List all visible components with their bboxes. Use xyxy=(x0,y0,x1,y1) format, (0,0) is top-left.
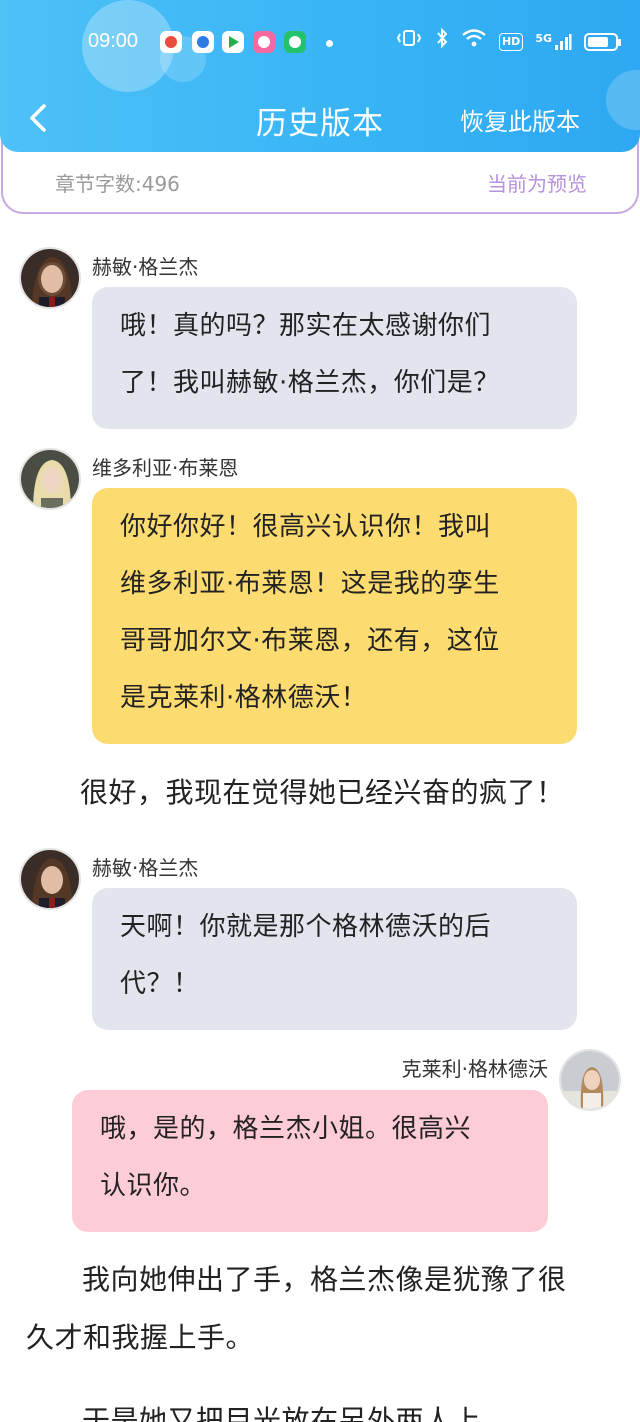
header-bar: 09:00 HD 5G 历史版本 恢复此版本 xyxy=(0,0,640,152)
speaker-name: 赫敏·格兰杰 xyxy=(92,856,199,880)
message-line: 了！我叫赫敏·格兰杰，你们是？ xyxy=(120,368,500,398)
green-app-icon xyxy=(284,31,306,53)
message-line: 维多利亚·布莱恩！这是我的孪生 xyxy=(120,569,500,599)
message-bubble: 你好你好！很高兴认识你！我叫 维多利亚·布莱恩！这是我的孪生 哥哥加尔文·布莱恩… xyxy=(92,488,577,744)
narration-line: 很好，我现在觉得她已经兴奋的疯了！ xyxy=(80,776,565,809)
navigation-bar: 历史版本 恢复此版本 xyxy=(0,88,640,148)
speaker-name: 克莱利·格林德沃 xyxy=(401,1057,548,1081)
message-bubble: 哦，是的，格兰杰小姐。很高兴 认识你。 xyxy=(72,1090,548,1232)
message-line: 代？！ xyxy=(120,969,200,999)
pink-app-icon xyxy=(253,31,275,53)
speaker-name: 赫敏·格兰杰 xyxy=(92,255,199,279)
narration-text: 很好，我现在觉得她已经兴奋的疯了！ xyxy=(80,764,600,822)
preview-status-label: 当前为预览 xyxy=(487,172,587,196)
narration-text: 于是她又把目光放在另外两人上 xyxy=(82,1392,622,1422)
map-app-icon xyxy=(160,31,182,53)
message-line: 是克莱利·格林德沃！ xyxy=(120,683,368,713)
speaker-name: 维多利亚·布莱恩 xyxy=(92,456,239,480)
message-line: 你好你好！很高兴认识你！我叫 xyxy=(120,512,492,542)
avatar-victoria[interactable] xyxy=(19,448,81,510)
message-bubble: 天啊！你就是那个格林德沃的后 代？！ xyxy=(92,888,577,1030)
status-time: 09:00 xyxy=(88,30,139,52)
avatar-clary[interactable] xyxy=(559,1049,621,1111)
avatar-hermione[interactable] xyxy=(19,247,81,309)
message-line: 哦！真的吗？那实在太感谢你们 xyxy=(120,311,492,341)
battery-icon xyxy=(584,33,621,51)
system-icons: HD 5G xyxy=(395,27,621,58)
chapter-word-count: 章节字数:496 xyxy=(55,172,180,196)
message-line: 哦，是的，格兰杰小姐。很高兴 xyxy=(100,1114,472,1144)
browser-app-icon xyxy=(192,31,214,53)
wifi-icon xyxy=(461,28,487,57)
narration-line: 于是她又把目光放在另外两人上 xyxy=(82,1404,482,1422)
signal-icon: 5G xyxy=(535,33,572,51)
avatar-hermione[interactable] xyxy=(19,848,81,910)
message-line: 认识你。 xyxy=(100,1171,207,1201)
vibrate-icon xyxy=(395,28,423,57)
notification-dot-icon xyxy=(326,40,333,47)
video-app-icon xyxy=(222,31,244,53)
status-bar: 09:00 HD 5G xyxy=(0,22,640,64)
narration-line: 久才和我握上手。 xyxy=(26,1321,255,1354)
message-bubble: 哦！真的吗？那实在太感谢你们 了！我叫赫敏·格兰杰，你们是？ xyxy=(92,287,577,429)
narration-text: 我向她伸出了手，格兰杰像是犹豫了很 久才和我握上手。 xyxy=(26,1251,626,1367)
network-type: 5G xyxy=(535,32,552,45)
bluetooth-icon xyxy=(435,27,449,58)
narration-line: 我向她伸出了手，格兰杰像是犹豫了很 xyxy=(82,1263,567,1296)
message-line: 天啊！你就是那个格林德沃的后 xyxy=(120,912,492,942)
message-line: 哥哥加尔文·布莱恩，还有，这位 xyxy=(120,626,500,656)
hd-badge: HD xyxy=(498,33,524,51)
restore-version-button[interactable]: 恢复此版本 xyxy=(460,102,580,137)
